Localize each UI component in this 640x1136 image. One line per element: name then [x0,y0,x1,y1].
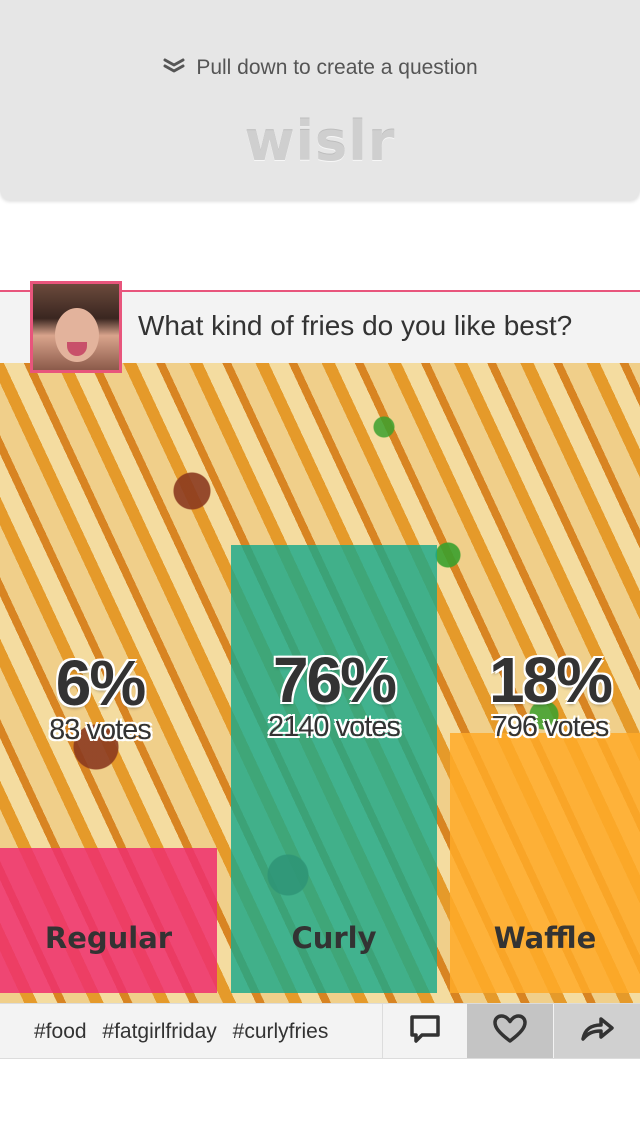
option-waffle-percent: 18% [488,644,613,716]
hashtag-curlyfries[interactable]: #curlyfries [233,1020,329,1043]
pull-hint: Pull down to create a question [0,56,640,80]
option-curly-bar[interactable]: Curly [231,545,437,993]
question-footer: #food #fatgirlfriday #curlyfries [0,1003,640,1059]
hashtag-food[interactable]: #food [34,1020,87,1043]
option-curly-stat: 76% 2140 votes [231,643,437,744]
pull-to-create-header[interactable]: Pull down to create a question wislr [0,0,640,200]
share-button[interactable] [554,1004,640,1058]
option-curly-votes: 2140 votes [268,711,401,743]
pull-hint-text: Pull down to create a question [196,56,478,79]
option-waffle-stat: 18% 796 votes [460,643,640,744]
option-waffle-bar[interactable]: Waffle [450,733,640,993]
option-curly-percent: 76% [272,644,397,716]
option-regular-votes: 83 votes [49,714,152,746]
hashtag-fatgirlfriday[interactable]: #fatgirlfriday [102,1020,216,1043]
option-regular-percent: 6% [55,647,147,719]
option-curly-label: Curly [291,921,377,955]
option-regular-bar[interactable]: Regular [0,848,217,993]
double-chevron-down-icon [162,56,186,80]
hashtag-list: #food #fatgirlfriday #curlyfries [34,1020,338,1044]
question-photo: Regular Curly Waffle 6% 83 votes 76% 214… [0,363,640,1003]
option-regular-stat: 6% 83 votes [0,646,200,747]
like-button[interactable] [467,1004,553,1058]
question-text: What kind of fries do you like best? [138,310,573,341]
heart-icon [492,1013,528,1050]
option-waffle-label: Waffle [493,921,597,955]
app-logo: wislr [244,110,396,173]
option-waffle-votes: 796 votes [491,711,610,743]
avatar[interactable] [30,281,122,373]
comment-icon [408,1013,442,1050]
comment-button[interactable] [382,1004,467,1058]
share-icon [579,1013,615,1050]
option-regular-label: Regular [44,921,173,955]
